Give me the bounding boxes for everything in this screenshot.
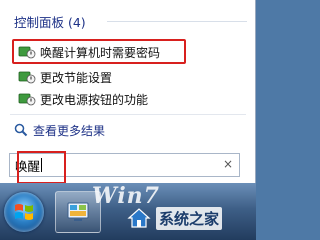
search-highlight-box [17,151,66,184]
watermark-site-text: 系统之家 [156,206,223,230]
search-icon [14,123,28,137]
power-options-icon [18,93,36,106]
section-title[interactable]: 控制面板 (4) [14,12,86,31]
result-item-energy-settings[interactable]: 更改节能设置 [12,66,184,88]
house-logo-icon [127,208,151,228]
result-item-power-button[interactable]: 更改电源按钮的功能 [12,88,184,110]
clear-search-button[interactable]: × [223,157,233,171]
results-divider [10,114,246,115]
result-label: 更改节能设置 [40,70,113,85]
start-button[interactable] [4,192,44,232]
highlight-box [12,39,186,64]
control-panel-icon [67,202,89,221]
windows-logo-icon [15,204,33,220]
power-options-icon [18,71,36,84]
result-label: 更改电源按钮的功能 [40,92,149,107]
watermark-site: 系统之家 [126,205,252,231]
see-more-results-link[interactable]: 查看更多结果 [12,121,105,139]
see-more-label: 查看更多结果 [33,123,106,138]
section-divider [107,21,247,22]
